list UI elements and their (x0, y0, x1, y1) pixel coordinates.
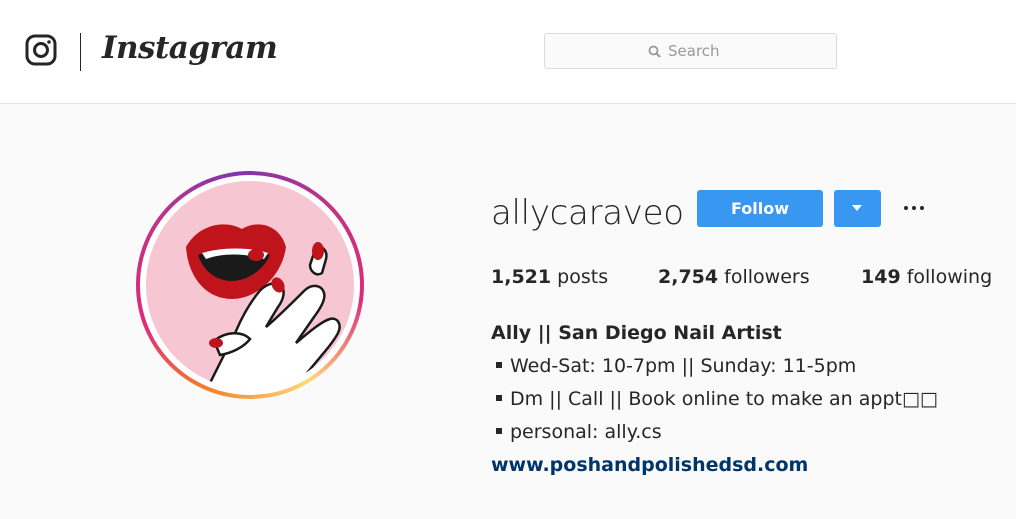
instagram-camera-icon[interactable] (25, 34, 57, 66)
bullet-icon (496, 361, 502, 368)
top-navigation-bar: Instagram (0, 0, 1016, 104)
suggested-accounts-dropdown-button[interactable] (834, 190, 881, 227)
following-stat[interactable]: 149 following (861, 266, 992, 288)
bio-line: Dm || Call || Book online to make an app… (496, 388, 938, 410)
bio-full-name: Ally || San Diego Nail Artist (491, 322, 782, 344)
followers-stat[interactable]: 2,754 followers (658, 266, 810, 288)
logo-divider (80, 33, 81, 71)
bullet-icon (496, 427, 502, 434)
search-icon (648, 45, 661, 58)
avatar-image (146, 181, 354, 389)
more-dots-icon (904, 206, 908, 210)
lips-and-hand-illustration (186, 224, 341, 389)
bio-line: personal: ally.cs (496, 421, 662, 443)
search-input[interactable] (668, 42, 828, 60)
follow-button[interactable]: Follow (697, 190, 823, 227)
chevron-down-icon (852, 205, 862, 211)
profile-username: allycaraveo (491, 193, 684, 233)
bio-website-link[interactable]: www.poshandpolishedsd.com (491, 454, 808, 476)
bio-line: Wed-Sat: 10-7pm || Sunday: 11-5pm (496, 355, 856, 377)
instagram-wordmark[interactable]: Instagram (102, 30, 278, 66)
posts-stat: 1,521 posts (491, 266, 609, 288)
more-options-button[interactable] (901, 199, 927, 219)
profile-avatar[interactable] (136, 171, 364, 399)
search-box[interactable] (544, 33, 837, 69)
bullet-icon (496, 394, 502, 401)
